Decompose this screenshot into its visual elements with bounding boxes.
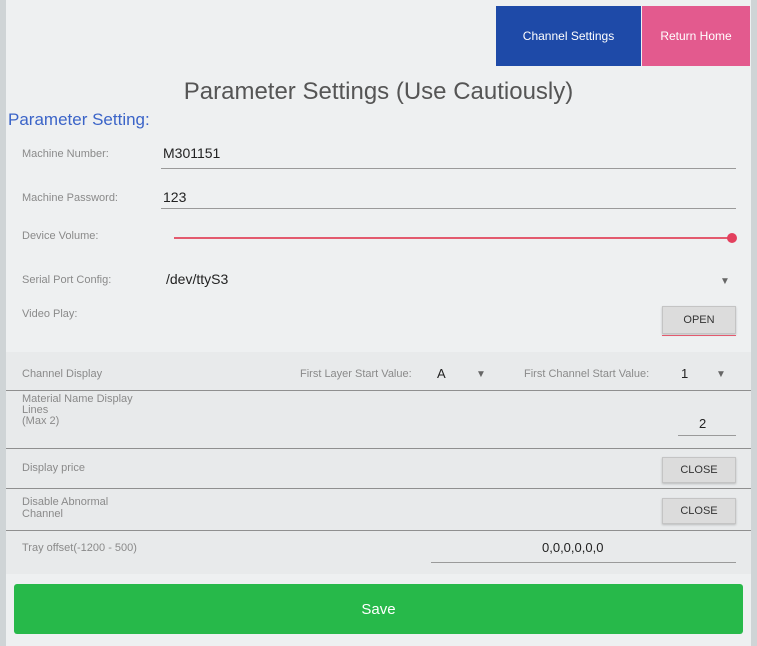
- device-volume-label: Device Volume:: [22, 230, 99, 242]
- divider: [6, 530, 751, 531]
- display-price-row: Display price CLOSE: [6, 450, 751, 488]
- display-price-label: Display price: [22, 462, 85, 474]
- channel-settings-button[interactable]: Channel Settings: [496, 6, 641, 66]
- parameter-settings-screen: Channel Settings Return Home Parameter S…: [6, 0, 751, 646]
- display-price-toggle-button[interactable]: CLOSE: [662, 457, 736, 483]
- disable-abnormal-toggle-button[interactable]: CLOSE: [662, 498, 736, 524]
- chevron-down-icon[interactable]: ▼: [476, 369, 486, 380]
- tray-offset-row: Tray offset(-1200 - 500) 0,0,0,0,0,0: [6, 532, 751, 568]
- divider: [6, 448, 751, 449]
- return-home-button[interactable]: Return Home: [642, 6, 750, 66]
- divider: [6, 488, 751, 489]
- first-layer-select[interactable]: A: [437, 366, 446, 381]
- first-channel-select[interactable]: 1: [681, 366, 688, 381]
- material-lines-underline: [678, 435, 736, 436]
- machine-password-underline: [161, 208, 736, 209]
- video-play-row: Video Play: OPEN: [6, 302, 751, 338]
- tray-offset-label: Tray offset(-1200 - 500): [22, 542, 137, 554]
- tray-offset-underline: [431, 562, 736, 563]
- serial-port-row: Serial Port Config: /dev/ttyS3 ▼: [6, 266, 751, 294]
- machine-password-field[interactable]: 123: [163, 189, 186, 205]
- disable-abnormal-row: Disable Abnormal Channel CLOSE: [6, 490, 751, 530]
- machine-number-field[interactable]: M301151: [163, 145, 220, 161]
- video-play-open-button[interactable]: OPEN: [662, 306, 736, 334]
- section-title: Parameter Setting:: [8, 110, 150, 129]
- material-lines-field[interactable]: 2: [699, 416, 706, 431]
- top-bar: Channel Settings Return Home: [6, 0, 751, 72]
- first-channel-label: First Channel Start Value:: [524, 368, 650, 380]
- volume-slider-track[interactable]: [174, 237, 732, 239]
- chevron-down-icon[interactable]: ▼: [720, 276, 730, 287]
- channel-display-label: Channel Display: [22, 368, 103, 380]
- disable-abnormal-label: Disable Abnormal Channel: [22, 496, 109, 520]
- save-button[interactable]: Save: [14, 584, 743, 634]
- video-play-label: Video Play:: [22, 308, 78, 320]
- machine-number-label: Machine Number:: [22, 148, 109, 160]
- divider: [6, 390, 751, 391]
- tray-offset-field[interactable]: 0,0,0,0,0,0: [542, 540, 603, 555]
- serial-port-label: Serial Port Config:: [22, 274, 112, 286]
- first-layer-label: First Layer Start Value:: [300, 368, 412, 380]
- machine-number-underline: [161, 168, 736, 169]
- chevron-down-icon[interactable]: ▼: [716, 369, 726, 380]
- serial-port-select[interactable]: /dev/ttyS3: [166, 271, 228, 287]
- material-lines-row: Material Name Display Lines (Max 2) 2: [6, 392, 751, 446]
- volume-slider-thumb[interactable]: [727, 233, 737, 243]
- channel-display-row: Channel Display First Layer Start Value:…: [6, 356, 751, 390]
- machine-password-row: Machine Password: 123: [6, 184, 751, 214]
- device-volume-row: Device Volume:: [6, 226, 751, 250]
- video-play-indicator: [662, 335, 736, 336]
- page-title: Parameter Settings (Use Cautiously): [183, 78, 574, 105]
- material-lines-label: Material Name Display Lines (Max 2): [22, 393, 133, 427]
- machine-password-label: Machine Password:: [22, 192, 118, 204]
- machine-number-row: Machine Number: M301151: [6, 140, 751, 170]
